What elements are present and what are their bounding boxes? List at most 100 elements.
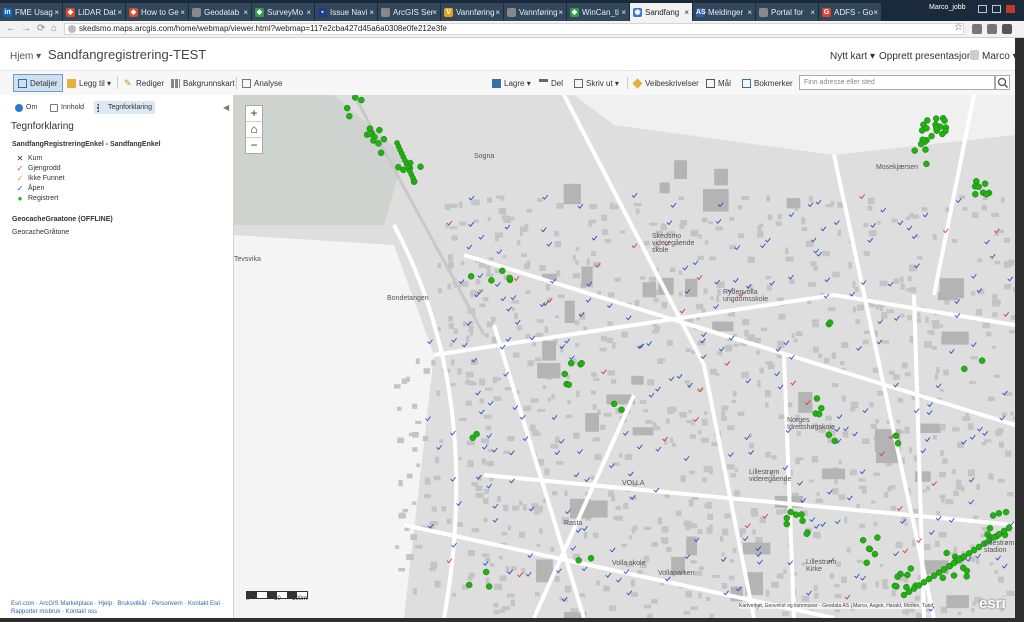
building [644, 240, 650, 246]
close-tab-icon[interactable]: × [495, 8, 500, 17]
close-tab-icon[interactable]: × [432, 8, 437, 17]
tab-label: FME Usag [15, 7, 53, 17]
close-tab-icon[interactable]: × [243, 8, 248, 17]
registered-marker [825, 431, 833, 439]
building [633, 525, 638, 531]
tab-content[interactable]: Innhold [50, 101, 84, 114]
maximize-icon[interactable] [992, 5, 1001, 13]
browser-tab[interactable]: Geodatab × [189, 3, 251, 21]
basemap-button[interactable]: Bakgrunnskart [171, 74, 235, 92]
tab-legend[interactable]: Tegnforklaring [94, 101, 155, 114]
building [940, 606, 948, 614]
extension-icon[interactable] [972, 24, 982, 34]
building [971, 607, 975, 613]
large-building [686, 536, 697, 556]
building [457, 368, 462, 375]
close-tab-icon[interactable]: × [117, 8, 122, 17]
add-button[interactable]: Legg til ▾ [67, 74, 111, 92]
building [536, 332, 544, 337]
building [765, 590, 770, 597]
extension-icon[interactable] [987, 24, 997, 34]
close-tab-icon[interactable]: × [54, 8, 59, 17]
share-button[interactable]: Del [539, 74, 563, 92]
map-view[interactable]: + ⌂ − Sogna Bondetangen Skedsmo videregå… [234, 95, 1015, 618]
directions-button[interactable]: Veibeskrivelser [632, 74, 699, 92]
reload-icon[interactable]: ⟳ [37, 24, 47, 34]
close-tab-icon[interactable]: × [558, 8, 563, 17]
tab-about[interactable]: Om [15, 101, 37, 114]
building [871, 500, 876, 504]
building [599, 424, 606, 430]
building [943, 369, 949, 376]
details-button[interactable]: Detaljer [13, 74, 63, 92]
save-button[interactable]: Lagre ▾ [492, 74, 531, 92]
close-tab-icon[interactable]: × [306, 8, 311, 17]
browser-tab[interactable]: Portal for × [756, 3, 818, 21]
building [895, 541, 903, 548]
browser-tab[interactable]: ◆ LiDAR Dat × [63, 3, 125, 21]
building [625, 454, 633, 460]
browser-tab[interactable]: Vannføring × [504, 3, 566, 21]
close-tab-icon[interactable]: × [747, 8, 752, 17]
registered-marker [923, 125, 930, 132]
measure-button[interactable]: Mål [706, 74, 731, 92]
zoom-in-button[interactable]: + [246, 106, 262, 122]
registered-marker [983, 190, 990, 198]
default-extent-button[interactable]: ⌂ [246, 122, 262, 138]
close-tab-icon[interactable]: × [684, 8, 689, 17]
search-input[interactable]: Finn adresse eller sted [799, 75, 995, 90]
browser-tab[interactable]: ◆ WinCan_ti × [567, 3, 629, 21]
edit-button[interactable]: ✎ Rediger [124, 74, 164, 92]
url-text: skedsmo.maps.arcgis.com/home/webmap/view… [79, 24, 447, 33]
forward-icon[interactable]: → [21, 24, 31, 34]
user-menu[interactable]: Marco ▾ [982, 51, 1018, 62]
analysis-button[interactable]: Analyse [242, 74, 282, 92]
building [813, 346, 819, 353]
browser-tab[interactable]: ▪ Issue Navi × [315, 3, 377, 21]
minimize-icon[interactable] [978, 5, 987, 13]
search-button[interactable] [995, 75, 1010, 90]
layer-title-geocache: GeocacheGraatone (OFFLINE) [12, 216, 113, 223]
building [962, 207, 968, 211]
building [811, 455, 819, 463]
print-button[interactable]: Skriv ut ▾ [574, 74, 619, 92]
building [572, 255, 576, 261]
home-icon[interactable]: ⌂ [51, 24, 61, 34]
browser-tab[interactable]: ◆ SurveyMo × [252, 3, 314, 21]
registered-marker [482, 568, 490, 576]
new-map-menu[interactable]: Nytt kart ▾ [830, 51, 875, 62]
back-icon[interactable]: ← [6, 24, 16, 34]
url-field[interactable]: skedsmo.maps.arcgis.com/home/webmap/view… [64, 23, 964, 35]
close-tab-icon[interactable]: × [180, 8, 185, 17]
tab-label: Vannføring [519, 7, 558, 17]
collapse-panel-icon[interactable]: ◀ [223, 103, 229, 112]
building [879, 305, 884, 312]
building [633, 203, 642, 207]
browser-tab[interactable]: ◉ Sandfang × [630, 3, 692, 21]
close-tab-icon[interactable]: × [810, 8, 815, 17]
menu-icon[interactable] [1002, 24, 1012, 34]
browser-tab[interactable]: G ADFS - Go × [819, 3, 881, 21]
building [1007, 492, 1014, 497]
browser-tab[interactable]: AS Meldinger × [693, 3, 755, 21]
window-edge [0, 618, 1024, 622]
footer-links[interactable]: Esri.com · ArcGIS Marketplace · Hjelp · … [11, 600, 226, 616]
home-menu[interactable]: Hjem ▾ [10, 51, 41, 62]
bookmark-star-icon[interactable]: ☆ [954, 22, 963, 33]
close-tab-icon[interactable]: × [621, 8, 626, 17]
close-window-icon[interactable] [1006, 5, 1015, 13]
browser-tab[interactable]: V Vannføring × [441, 3, 503, 21]
building [497, 377, 502, 381]
building [634, 299, 640, 307]
bookmarks-button[interactable]: Bokmerker [742, 74, 793, 92]
close-tab-icon[interactable]: × [873, 8, 878, 17]
browser-tab[interactable]: ArcGIS Ser × [378, 3, 440, 21]
browser-tab[interactable]: ◆ How to Ge × [126, 3, 188, 21]
building [559, 596, 563, 602]
building [721, 411, 726, 418]
close-tab-icon[interactable]: × [369, 8, 374, 17]
registered-marker [995, 510, 1003, 517]
browser-tab[interactable]: in FME Usag × [0, 3, 62, 21]
zoom-out-button[interactable]: − [246, 138, 262, 153]
create-presentation-link[interactable]: Opprett presentasjon [879, 51, 972, 62]
